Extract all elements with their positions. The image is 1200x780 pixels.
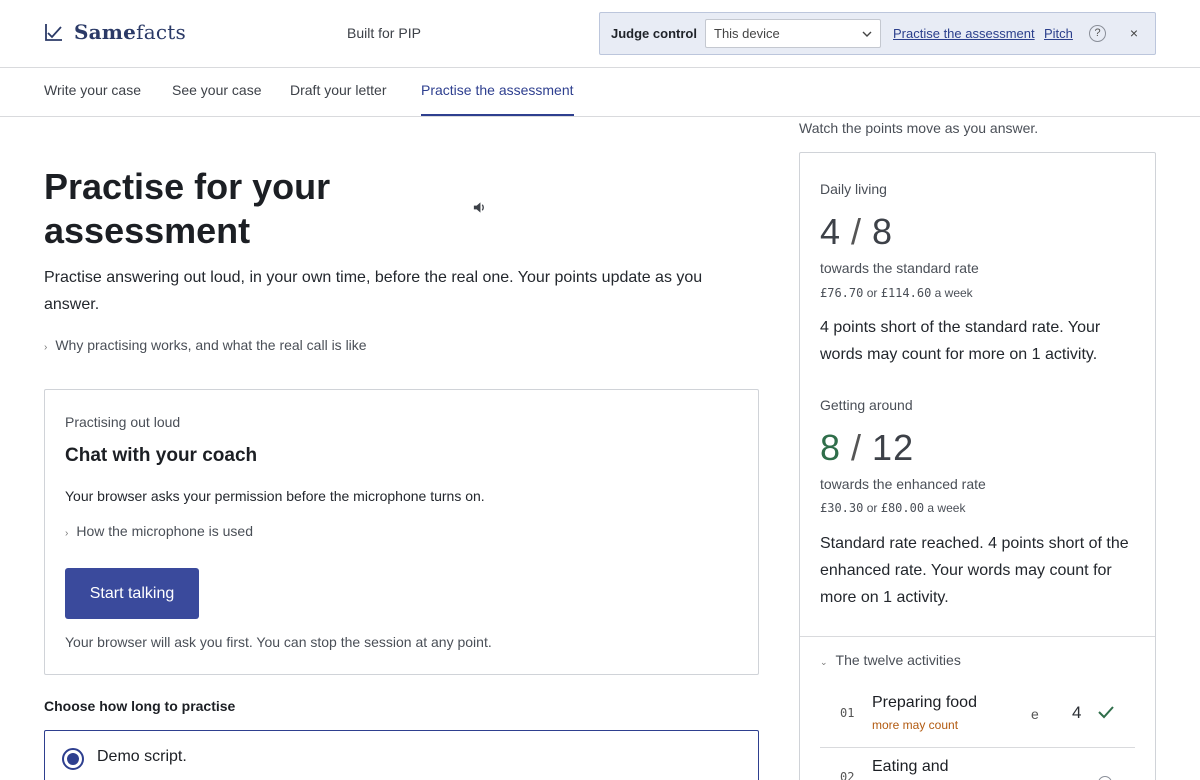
chevron-right-icon: ›: [65, 528, 69, 539]
tagline: Built for PIP: [347, 25, 421, 41]
tab-practise-the-assessment[interactable]: Practise the assessment: [421, 82, 574, 116]
getting-around-rate: £30.30 or £80.00 a week: [820, 501, 966, 515]
option-label: Demo script.: [97, 748, 187, 765]
getting-around-label: Getting around: [820, 397, 913, 413]
device-select[interactable]: This device: [705, 19, 881, 48]
help-icon[interactable]: ?: [1089, 25, 1106, 42]
getting-around-status: Standard rate reached. 4 points short of…: [820, 535, 1129, 606]
why-practising-disclosure[interactable]: › Why practising works, and what the real…: [44, 337, 367, 353]
getting-around-score: 8/12: [820, 427, 915, 468]
daily-living-score: 4/8: [820, 211, 894, 252]
activity-name: Preparing food: [872, 694, 977, 711]
top-bar: Samefacts Built for PIP Judge control Th…: [0, 0, 1200, 68]
chevron-down-icon: ⌄: [820, 657, 828, 667]
activity-number: 02: [840, 770, 855, 780]
watch-points-note: Watch the points move as you answer.: [799, 120, 1039, 136]
brand-name: Samefacts: [74, 20, 186, 44]
brand-logo[interactable]: Samefacts: [44, 20, 186, 44]
chevron-down-icon: [862, 31, 872, 37]
activity-marker: e: [1031, 706, 1039, 722]
speaker-icon[interactable]: [472, 200, 487, 215]
practise-assessment-link[interactable]: Practise the assessment: [893, 26, 1035, 41]
start-talking-button[interactable]: Start talking: [65, 568, 199, 619]
daily-living-target: towards the standard rate: [820, 260, 979, 276]
activity-number: 01: [840, 706, 855, 720]
radio-selected[interactable]: [62, 748, 84, 770]
chevron-right-icon: ›: [44, 342, 48, 353]
activity-row[interactable]: 02 Eating and: [820, 750, 1135, 780]
microphone-permission-text: Your browser asks your permission before…: [65, 488, 485, 504]
activity-name: Eating and: [872, 758, 949, 775]
check-icon: [1098, 706, 1114, 719]
practise-option-demo[interactable]: Demo script.: [44, 730, 759, 780]
coach-title: Chat with your coach: [65, 445, 258, 466]
close-icon[interactable]: ×: [1127, 25, 1141, 41]
activity-points: 4: [1072, 703, 1082, 722]
chart-trend-icon: [45, 24, 62, 41]
panel-divider: [800, 636, 1155, 637]
more-may-count-badge: more may count: [872, 718, 959, 732]
main-tabs: Write your case See your case Draft your…: [0, 68, 1200, 117]
coach-kicker: Practising out loud: [65, 414, 181, 430]
coach-card: Practising out loud Chat with your coach…: [44, 389, 759, 675]
daily-living-label: Daily living: [820, 181, 887, 197]
judge-control-bar: Judge control This device Practise the a…: [599, 12, 1156, 55]
tab-see-your-case[interactable]: See your case: [172, 82, 262, 116]
daily-living-rate: £76.70 or £114.60 a week: [820, 286, 973, 300]
points-panel: Daily living 4/8 towards the standard ra…: [799, 152, 1156, 780]
activity-row[interactable]: 01 Preparing food more may count e 4: [820, 686, 1135, 748]
page-title: Practise for your assessment: [44, 166, 331, 251]
microphone-usage-disclosure[interactable]: › How the microphone is used: [65, 523, 253, 539]
intro-text: Practise answering out loud, in your own…: [44, 269, 703, 313]
judge-control-label: Judge control: [611, 26, 697, 41]
practise-length-heading: Choose how long to practise: [44, 698, 236, 714]
tab-draft-your-letter[interactable]: Draft your letter: [290, 82, 386, 116]
empty-circle-icon: [1098, 776, 1112, 780]
session-note: Your browser will ask you first. You can…: [65, 634, 492, 650]
pitch-link[interactable]: Pitch: [1044, 26, 1073, 41]
daily-living-status: 4 points short of the standard rate. You…: [820, 319, 1101, 363]
tab-write-your-case[interactable]: Write your case: [44, 82, 141, 116]
getting-around-target: towards the enhanced rate: [820, 476, 986, 492]
device-select-value: This device: [714, 26, 780, 41]
twelve-activities-toggle[interactable]: ⌄ The twelve activities: [820, 652, 961, 668]
